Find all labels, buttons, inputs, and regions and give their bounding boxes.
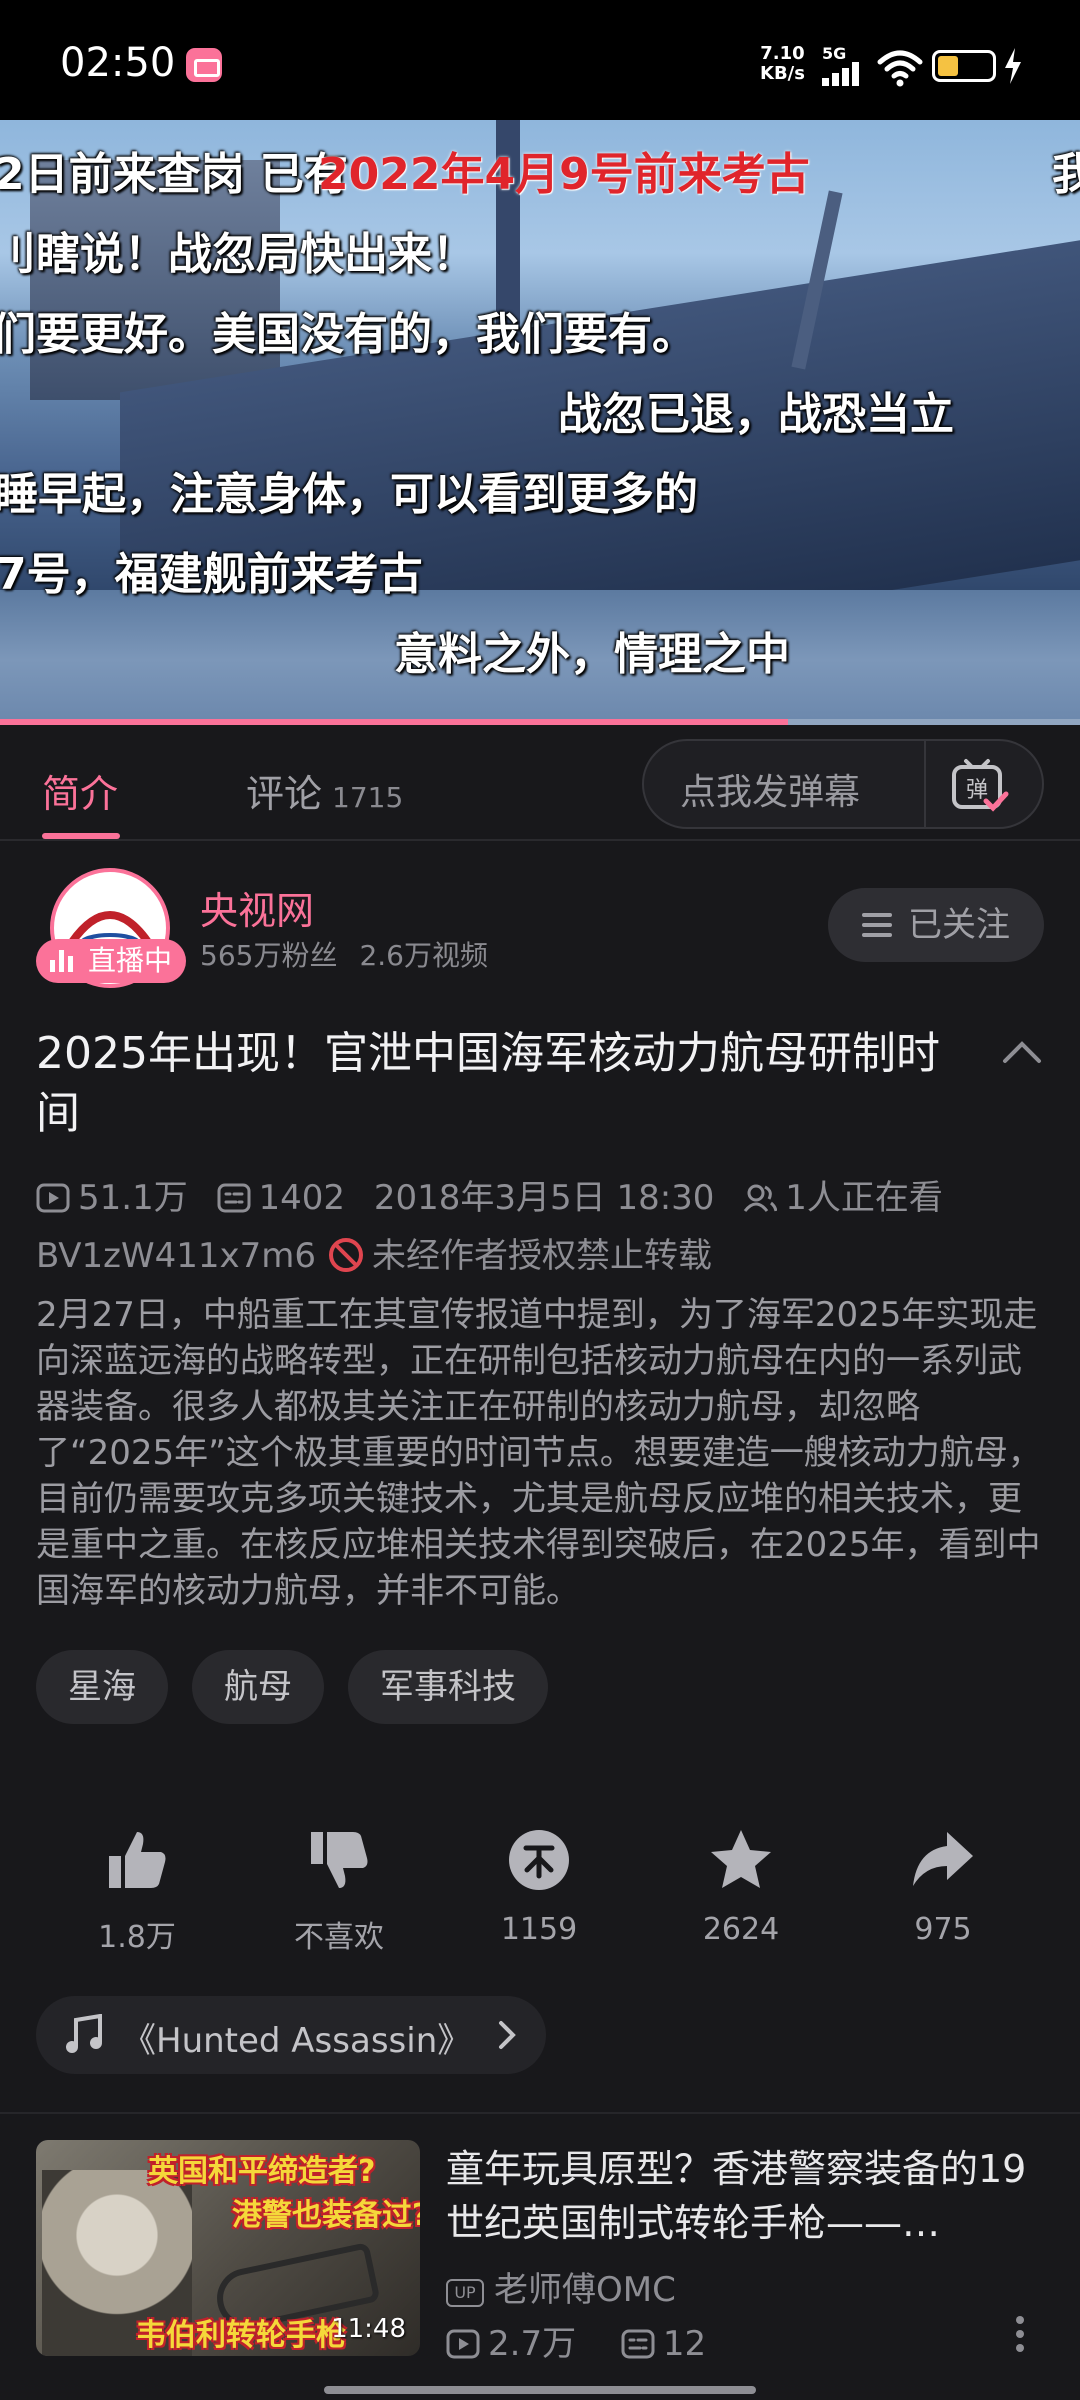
recommended-video-title[interactable]: 童年玩具原型？香港警察装备的19世纪英国制式转轮手枪——… [446, 2142, 1046, 2250]
danmaku-line: 刂瞎说！战忽局快出来！ [0, 229, 476, 280]
danmaku-line: 们要更好。美国没有的，我们要有。 [0, 309, 696, 360]
danmaku-line: 意料之外，情理之中 [394, 629, 790, 680]
video-description: 2月27日，中船重工在其宣传报道中提到，为了海军2025年实现走向深蓝远海的战略… [36, 1295, 1042, 1611]
tab-indicator [42, 833, 120, 839]
tab-comments[interactable]: 评论 1715 [246, 763, 403, 818]
coin-count: 1159 [500, 1912, 578, 1947]
danmaku-count-icon [217, 1183, 251, 1213]
live-label: 直播中 [88, 944, 173, 977]
view-count: 51.1万 [78, 1178, 188, 1218]
danmaku-total: 1402 [258, 1178, 346, 1218]
network-type: 5G [822, 44, 847, 63]
dislike-label: 不喜欢 [294, 1920, 384, 1955]
video-title: 2025年出现！官泄中国海军核动力航母研制时间 [36, 1028, 940, 1139]
favorite-button[interactable]: 2624 [676, 1826, 806, 1947]
danmaku-line: 7号，福建舰前来考古 [0, 549, 423, 600]
fans-count: 565万粉丝 [200, 939, 338, 972]
music-note-icon [66, 2014, 102, 2053]
wifi-icon [877, 50, 923, 87]
chevron-up-icon[interactable] [1002, 1040, 1042, 1064]
tag-chip[interactable]: 航母 [192, 1650, 324, 1724]
thumbs-down-icon [311, 1832, 368, 1888]
net-speed-value: 7.10 [760, 43, 805, 64]
net-speed-unit: KB/s [760, 63, 805, 84]
danmaku-line: 2日前来查岗 已有 [0, 149, 348, 200]
recommended-video-thumbnail[interactable]: 英国和平缔造者? 港警也装备过? 韦伯利转轮手枪 11:48 [36, 2140, 420, 2356]
recommended-views: 2.7万 [488, 2324, 577, 2364]
watching-count: 1人正在看 [785, 1178, 943, 1218]
menu-lines-icon [862, 913, 892, 937]
like-count: 1.8万 [98, 1920, 176, 1955]
recommended-uploader[interactable]: UP 老师傅OMC [446, 2262, 676, 2311]
live-icon [50, 950, 78, 972]
danmaku-settings-icon[interactable]: 弹 [950, 757, 1010, 813]
background-music[interactable]: 《Hunted Assassin》 [36, 1996, 546, 2074]
recommended-danmaku: 12 [662, 2324, 707, 2364]
tab-comments-label: 评论 [246, 772, 323, 816]
follow-button[interactable]: 已关注 [828, 888, 1044, 962]
battery-icon [932, 50, 996, 82]
thumbnail-caption: 韦伯利转轮手枪 [136, 2318, 346, 2353]
video-count: 2.6万视频 [359, 939, 488, 972]
danmaku-divider [924, 741, 926, 827]
publish-date: 2018年3月5日 18:30 [373, 1178, 715, 1218]
up-icon: UP [446, 2279, 484, 2307]
share-icon [913, 1832, 973, 1886]
chevron-right-icon [499, 2021, 516, 2049]
recommended-uploader-name: 老师傅OMC [494, 2270, 676, 2310]
tag-chip[interactable]: 军事科技 [348, 1650, 548, 1724]
status-bar: 02:50 7.10 KB/s 5G [0, 0, 1080, 120]
danmaku-count-icon [621, 2329, 655, 2359]
status-time: 02:50 [60, 40, 176, 86]
danmaku-placeholder: 点我发弹幕 [680, 772, 861, 813]
danmaku-input[interactable]: 点我发弹幕 弹 [642, 739, 1044, 829]
share-count: 975 [914, 1912, 972, 1947]
tag-chip[interactable]: 星海 [36, 1650, 168, 1724]
danmaku-line: 睡早起，注意身体，可以看到更多的 [0, 469, 698, 520]
thumbnail-caption: 港警也装备过? [232, 2198, 420, 2233]
danmaku-line: 2022年4月9号前来考古 [318, 149, 810, 200]
play-count-icon [446, 2329, 480, 2359]
uploader-name[interactable]: 央视网 [200, 880, 314, 935]
comment-count: 1715 [332, 781, 404, 814]
copyright-notice: 未经作者授权禁止转载 [372, 1236, 713, 1276]
video-id-row: BV1zW411x7m6 未经作者授权禁止转载 [36, 1228, 712, 1277]
no-repost-icon [329, 1238, 364, 1272]
follow-label: 已关注 [908, 905, 1010, 945]
bv-id[interactable]: BV1zW411x7m6 [36, 1236, 316, 1276]
star-icon [711, 1830, 771, 1888]
thumbnail-caption: 英国和平缔造者? [148, 2154, 376, 2189]
recommended-stats: 2.7万 12 [446, 2316, 706, 2365]
watching-icon [744, 1184, 778, 1212]
like-button[interactable]: 1.8万 [72, 1826, 202, 1956]
more-options-icon[interactable] [1016, 2316, 1024, 2352]
network-speed: 7.10 KB/s [760, 44, 805, 84]
music-title: 《Hunted Assassin》 [122, 2021, 472, 2061]
thumbs-up-icon [109, 1832, 166, 1888]
signal-icon [822, 62, 866, 86]
video-player[interactable]: 2日前来查岗 已有 2022年4月9号前来考古 我 刂瞎说！战忽局快出来！ 们要… [0, 120, 1080, 725]
video-duration: 11:48 [331, 2314, 406, 2344]
video-meta: 51.1万 1402 2018年3月5日 18:30 1人正在看 [36, 1170, 961, 1219]
danmaku-line: 我 [1052, 149, 1080, 200]
dislike-button[interactable]: 不喜欢 [274, 1826, 404, 1956]
section-divider [0, 2112, 1080, 2114]
live-badge[interactable]: 直播中 [36, 939, 186, 983]
coin-icon [509, 1830, 569, 1890]
coin-button[interactable]: 1159 [474, 1826, 604, 1947]
share-button[interactable]: 975 [878, 1826, 1008, 1947]
tab-bar: 简介 评论 1715 点我发弹幕 弹 [0, 725, 1080, 841]
danmaku-line: 战忽已退，战恐当立 [558, 389, 954, 440]
play-count-icon [36, 1183, 70, 1213]
tab-intro[interactable]: 简介 [42, 763, 118, 818]
home-indicator[interactable] [324, 2386, 756, 2394]
favorite-count: 2624 [702, 1912, 780, 1947]
charging-icon [1005, 48, 1021, 84]
bilibili-notification-icon [186, 48, 222, 82]
uploader-stats: 565万粉丝 2.6万视频 [200, 934, 488, 974]
